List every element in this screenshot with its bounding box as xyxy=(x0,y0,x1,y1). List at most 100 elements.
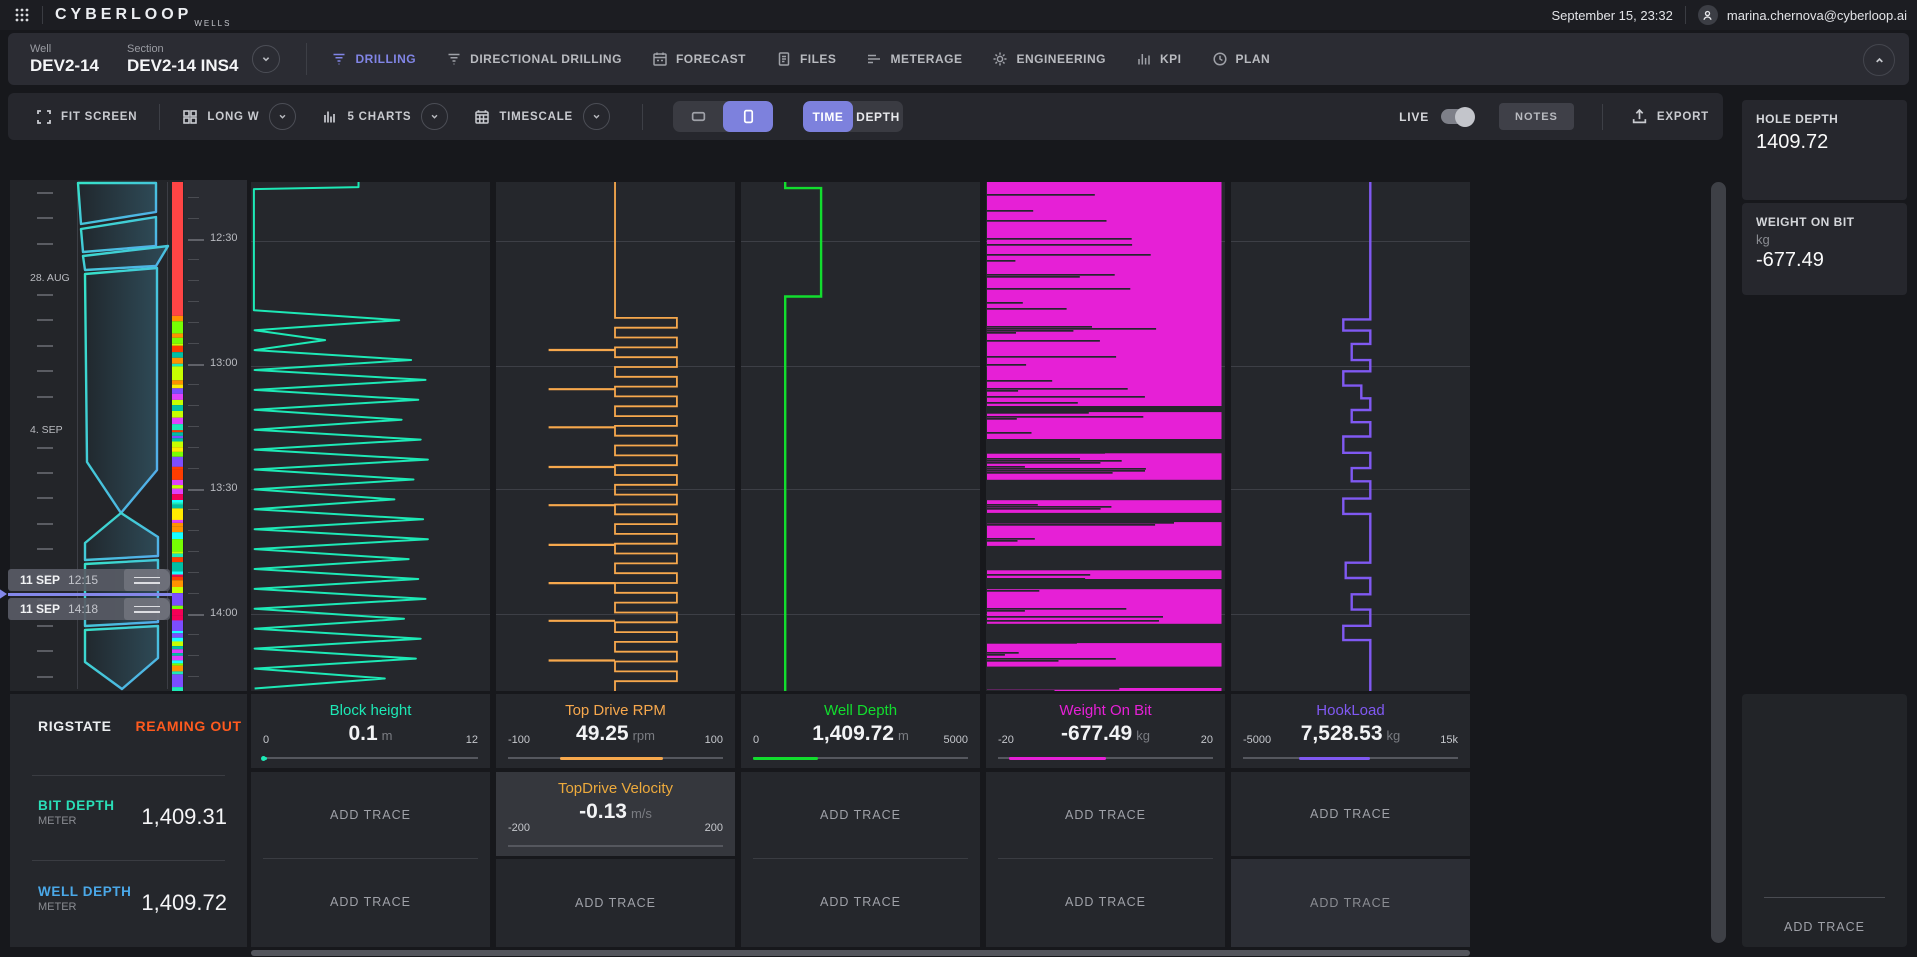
layout-grid-icon xyxy=(182,109,198,125)
chart-plot-block-height[interactable] xyxy=(251,182,490,691)
add-trace-button[interactable]: ADD TRACE xyxy=(820,895,901,909)
timescale-select[interactable]: TIMESCALE xyxy=(474,109,573,125)
export-button[interactable]: EXPORT xyxy=(1631,108,1709,125)
marker-start-row[interactable]: 11 SEP 12:15 xyxy=(8,569,170,591)
chart-plot-hookload[interactable] xyxy=(1231,182,1470,691)
well-depth-unit: METER xyxy=(38,901,132,913)
collapse-panel-button[interactable] xyxy=(1863,44,1895,76)
chart-plot-weight-on-bit[interactable] xyxy=(986,182,1225,691)
date-axis-tick xyxy=(37,192,53,194)
charts-count-select[interactable]: 5 CHARTS xyxy=(322,109,411,125)
trace-info-hookload[interactable]: HookLoad7,528.53kg-500015k xyxy=(1231,694,1470,768)
time-mode-button[interactable]: TIME xyxy=(803,101,853,132)
user-avatar-icon[interactable] xyxy=(1698,5,1718,25)
fit-screen-button[interactable]: FIT SCREEN xyxy=(36,109,137,125)
section-selector[interactable]: Section DEV2-14 INS4 xyxy=(127,43,239,76)
tab-directional-drilling[interactable]: DIRECTIONAL DRILLING xyxy=(446,51,622,67)
tab-kpi[interactable]: KPI xyxy=(1136,51,1182,67)
time-axis-minor-tick xyxy=(188,280,199,281)
date-axis-tick xyxy=(37,523,53,525)
timescale-chevron-down-icon[interactable] xyxy=(583,103,610,130)
trace-info-top-drive-rpm[interactable]: Top Drive RPM49.25rpm-100100 xyxy=(496,694,735,768)
marker-arrow-icon xyxy=(0,588,7,600)
section-chevron-down-icon[interactable] xyxy=(252,45,280,73)
add-trace-slot[interactable]: ADD TRACE xyxy=(1231,772,1470,856)
nav-tabs: DRILLING DIRECTIONAL DRILLING FORECAST FILE… xyxy=(331,51,1270,67)
trace-info-well-depth[interactable]: Well Depth1,409.72m05000 xyxy=(741,694,980,768)
layout-select[interactable]: LONG W xyxy=(182,109,259,125)
trace-info-block-height[interactable]: Block height0.1m012 xyxy=(251,694,490,768)
horizontal-scrollbar[interactable] xyxy=(251,950,1470,956)
tab-label: ENGINEERING xyxy=(1016,52,1106,66)
chart-toolbar: FIT SCREEN LONG W 5 CHARTS TIMESCALE TIM… xyxy=(8,93,1723,140)
tab-label: KPI xyxy=(1160,52,1182,66)
add-trace-button[interactable]: ADD TRACE xyxy=(1310,896,1391,910)
trace-scale-min: -100 xyxy=(508,734,530,746)
trace-line-hookload xyxy=(1231,182,1470,691)
add-trace-button[interactable]: ADD TRACE xyxy=(1310,807,1391,821)
divider xyxy=(306,43,307,75)
trace-value: 0.1 xyxy=(348,722,377,745)
tab-meterage[interactable]: METERAGE xyxy=(866,51,962,67)
weight-on-bit-value: -677.49 xyxy=(1756,249,1893,272)
divider xyxy=(263,858,478,859)
bit-depth-unit: METER xyxy=(38,815,115,827)
vertical-scrollbar[interactable] xyxy=(1711,182,1726,943)
live-toggle[interactable] xyxy=(1441,109,1473,124)
add-trace-button[interactable]: ADD TRACE xyxy=(820,808,901,822)
marker-end-row[interactable]: 11 SEP 14:18 xyxy=(8,598,170,620)
tab-label: FORECAST xyxy=(676,52,746,66)
add-trace-slot[interactable]: ADD TRACE xyxy=(496,859,735,947)
add-trace-slot[interactable]: ADD TRACE xyxy=(1231,859,1470,947)
add-trace-button[interactable]: ADD TRACE xyxy=(1065,808,1146,822)
chart-plot-top-drive-rpm[interactable] xyxy=(496,182,735,691)
marker-line[interactable] xyxy=(8,593,172,596)
time-axis-minor-tick xyxy=(188,655,199,656)
rigstate-color-track xyxy=(172,182,183,691)
divider xyxy=(32,775,225,776)
tab-drilling[interactable]: DRILLING xyxy=(331,51,416,67)
chart-plot-well-depth[interactable] xyxy=(741,182,980,691)
tab-forecast[interactable]: FORECAST xyxy=(652,51,746,67)
tab-label: DIRECTIONAL DRILLING xyxy=(470,52,622,66)
time-axis-minor-tick xyxy=(188,426,199,427)
date-axis-tick xyxy=(37,625,53,627)
time-axis-minor-tick xyxy=(188,551,199,552)
section-value: DEV2-14 INS4 xyxy=(127,56,239,76)
depth-mode-button[interactable]: DEPTH xyxy=(853,101,903,132)
add-trace-button[interactable]: ADD TRACE xyxy=(330,895,411,909)
date-axis-tick xyxy=(37,472,53,474)
orientation-portrait-button[interactable] xyxy=(723,101,773,132)
weight-on-bit-card: WEIGHT ON BIT kg -677.49 xyxy=(1742,203,1907,295)
charts-chevron-down-icon[interactable] xyxy=(421,103,448,130)
tab-engineering[interactable]: ENGINEERING xyxy=(992,51,1106,67)
time-axis-minor-tick xyxy=(188,197,199,198)
add-trace-button[interactable]: ADD TRACE xyxy=(1065,895,1146,909)
notes-button[interactable]: NOTES xyxy=(1499,103,1574,130)
layout-chevron-down-icon[interactable] xyxy=(269,103,296,130)
trace-scale-max: 200 xyxy=(705,822,723,834)
well-depth-label: WELL DEPTH xyxy=(38,884,132,899)
trace-info-weight-on-bit[interactable]: Weight On Bit-677.49kg-2020 xyxy=(986,694,1225,768)
date-axis-tick xyxy=(37,345,53,347)
add-trace-button[interactable]: ADD TRACE xyxy=(1784,920,1865,934)
timeline-track[interactable]: 28. AUG4. SEP12:3013:0013:3014:00 11 SEP… xyxy=(10,180,247,691)
rigstate-value: REAMING OUT xyxy=(136,718,242,734)
orientation-landscape-button[interactable] xyxy=(673,101,723,132)
user-email[interactable]: marina.chernova@cyberloop.ai xyxy=(1727,8,1907,23)
add-trace-button[interactable]: ADD TRACE xyxy=(330,808,411,822)
marker-drag-handle[interactable] xyxy=(124,598,170,620)
marker-end-date: 11 SEP xyxy=(20,602,60,616)
add-trace-button[interactable]: ADD TRACE xyxy=(575,896,656,910)
gear-icon xyxy=(992,51,1008,67)
right-add-trace-panel: ADD TRACE xyxy=(1742,694,1907,947)
trace-info-topdrive-velocity[interactable]: TopDrive Velocity-0.13m/s-200200 xyxy=(496,772,735,856)
apps-grid-icon[interactable] xyxy=(14,7,30,23)
rigstate-panel: RIGSTATE REAMING OUT BIT DEPTH METER 1,4… xyxy=(10,694,247,947)
divider xyxy=(753,858,968,859)
marker-drag-handle[interactable] xyxy=(124,569,170,591)
hole-depth-card: HOLE DEPTH 1409.72 xyxy=(1742,100,1907,200)
tab-files[interactable]: FILES xyxy=(776,51,837,67)
tab-plan[interactable]: PLAN xyxy=(1212,51,1271,67)
time-axis-minor-tick xyxy=(188,634,199,635)
